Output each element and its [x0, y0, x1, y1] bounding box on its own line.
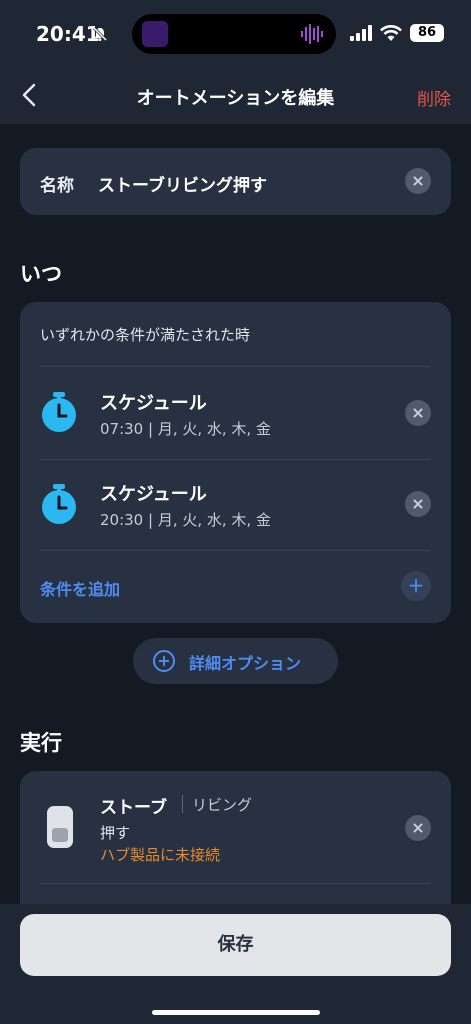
cellular-signal-icon	[350, 25, 372, 41]
home-indicator[interactable]	[152, 1010, 320, 1015]
timer-icon	[42, 484, 76, 524]
delete-button[interactable]: 削除	[417, 85, 451, 110]
when-section-title: いつ	[20, 262, 62, 286]
wifi-icon	[380, 25, 402, 41]
device-name[interactable]: ストーブ	[100, 793, 167, 818]
divider	[40, 366, 431, 367]
schedule-detail: 20:30 | 月, 火, 水, 木, 金	[100, 511, 271, 529]
device-room: リビング	[192, 796, 253, 814]
name-label: 名称	[40, 176, 74, 196]
bell-muted-icon	[92, 26, 108, 42]
page-title: オートメーションを編集	[136, 88, 335, 109]
name-input[interactable]: ストーブリビング押す	[98, 171, 267, 196]
schedule-title[interactable]: スケジュール	[100, 480, 207, 506]
timer-icon	[42, 392, 76, 432]
device-action: 押す	[100, 824, 131, 842]
condition-mode-text: いずれかの条件が満たされた時	[40, 326, 251, 344]
execute-section-title: 実行	[20, 731, 62, 755]
divider	[40, 883, 431, 884]
bot-device-icon	[47, 806, 73, 848]
plus-circle-icon: +	[153, 650, 175, 672]
now-playing-artwork-icon	[142, 21, 168, 47]
divider	[40, 550, 431, 551]
remove-schedule-button[interactable]	[405, 491, 431, 517]
remove-schedule-button[interactable]	[405, 400, 431, 426]
plus-icon[interactable]: +	[401, 571, 431, 601]
schedule-title[interactable]: スケジュール	[100, 389, 207, 415]
remove-action-button[interactable]	[405, 815, 431, 841]
device-status-warning: ハブ製品に未接続	[100, 846, 221, 864]
audio-waveform-icon	[301, 24, 323, 44]
add-condition-button[interactable]: 条件を追加	[40, 576, 120, 600]
battery-indicator: 86	[410, 24, 444, 42]
status-bar: 20:41 86	[0, 0, 471, 66]
advanced-options-label: 詳細オプション	[189, 654, 302, 673]
nav-bar: オートメーションを編集 削除	[0, 66, 471, 124]
save-button[interactable]: 保存	[20, 914, 451, 976]
separator	[182, 795, 183, 813]
advanced-options-button[interactable]: + 詳細オプション	[133, 638, 338, 684]
conditions-card: いずれかの条件が満たされた時 スケジュール 07:30 | 月, 火, 水, 木…	[20, 302, 451, 623]
schedule-detail: 07:30 | 月, 火, 水, 木, 金	[100, 420, 271, 438]
clear-name-button[interactable]	[405, 168, 431, 194]
name-field-card[interactable]: 名称 ストーブリビング押す	[20, 148, 451, 215]
dynamic-island[interactable]	[132, 14, 336, 54]
divider	[40, 459, 431, 460]
status-time: 20:41	[36, 22, 100, 46]
